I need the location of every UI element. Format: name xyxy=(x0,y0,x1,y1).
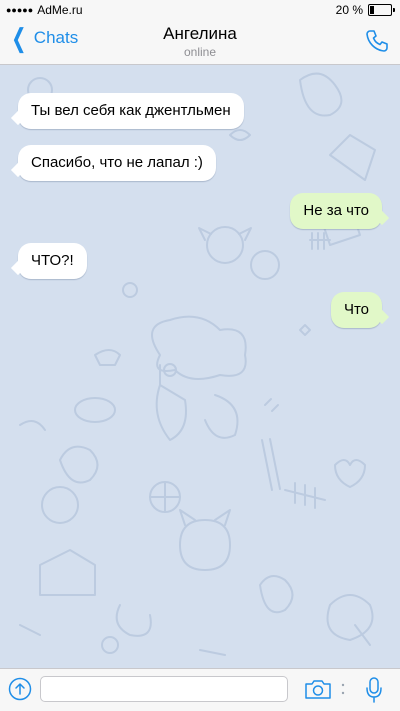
battery-percent: 20 % xyxy=(335,3,363,17)
status-right: 20 % xyxy=(335,3,395,17)
message-incoming[interactable]: ЧТО?! xyxy=(18,243,87,279)
message-text: Не за что xyxy=(303,202,369,219)
camera-icon[interactable] xyxy=(304,678,332,700)
message-text: ЧТО?! xyxy=(31,252,74,269)
message-text: Ты вел себя как джентльмен xyxy=(31,102,231,119)
message-input[interactable] xyxy=(40,676,288,702)
message-incoming[interactable]: Ты вел себя как джентльмен xyxy=(18,93,244,129)
battery-fill xyxy=(370,6,374,14)
carrier-label: AdMe.ru xyxy=(37,3,83,17)
back-button-label: Chats xyxy=(33,28,79,47)
message-outgoing[interactable]: Что xyxy=(330,292,382,328)
input-bar xyxy=(0,668,400,711)
message-text: Спасибо, что не лапал :) xyxy=(31,154,203,171)
status-left: ●●●●● AdMe.ru xyxy=(6,3,83,17)
battery-icon xyxy=(368,4,395,16)
chat-area[interactable]: Ты вел себя как джентльмен Спасибо, что … xyxy=(0,65,400,668)
message-incoming[interactable]: Спасибо, что не лапал :) xyxy=(18,145,216,181)
back-button[interactable]: ❮ Chats xyxy=(8,23,79,53)
message-text: Что xyxy=(343,301,369,318)
message-outgoing[interactable]: Не за что xyxy=(290,193,382,229)
chat-header[interactable]: Ангелина online xyxy=(100,24,300,59)
signal-icon: ●●●●● xyxy=(6,5,34,15)
status-bar: ●●●●● AdMe.ru 20 % xyxy=(0,0,400,20)
microphone-icon[interactable] xyxy=(364,676,384,704)
separator-dots-icon xyxy=(341,683,345,695)
phone-icon[interactable] xyxy=(364,28,390,54)
nav-bar: ❮ Chats Ангелина online xyxy=(0,20,400,65)
attach-arrow-icon[interactable] xyxy=(8,677,32,701)
contact-status: online xyxy=(183,45,217,59)
chevron-left-icon: ❮ xyxy=(11,23,27,53)
contact-name: Ангелина xyxy=(163,24,237,43)
